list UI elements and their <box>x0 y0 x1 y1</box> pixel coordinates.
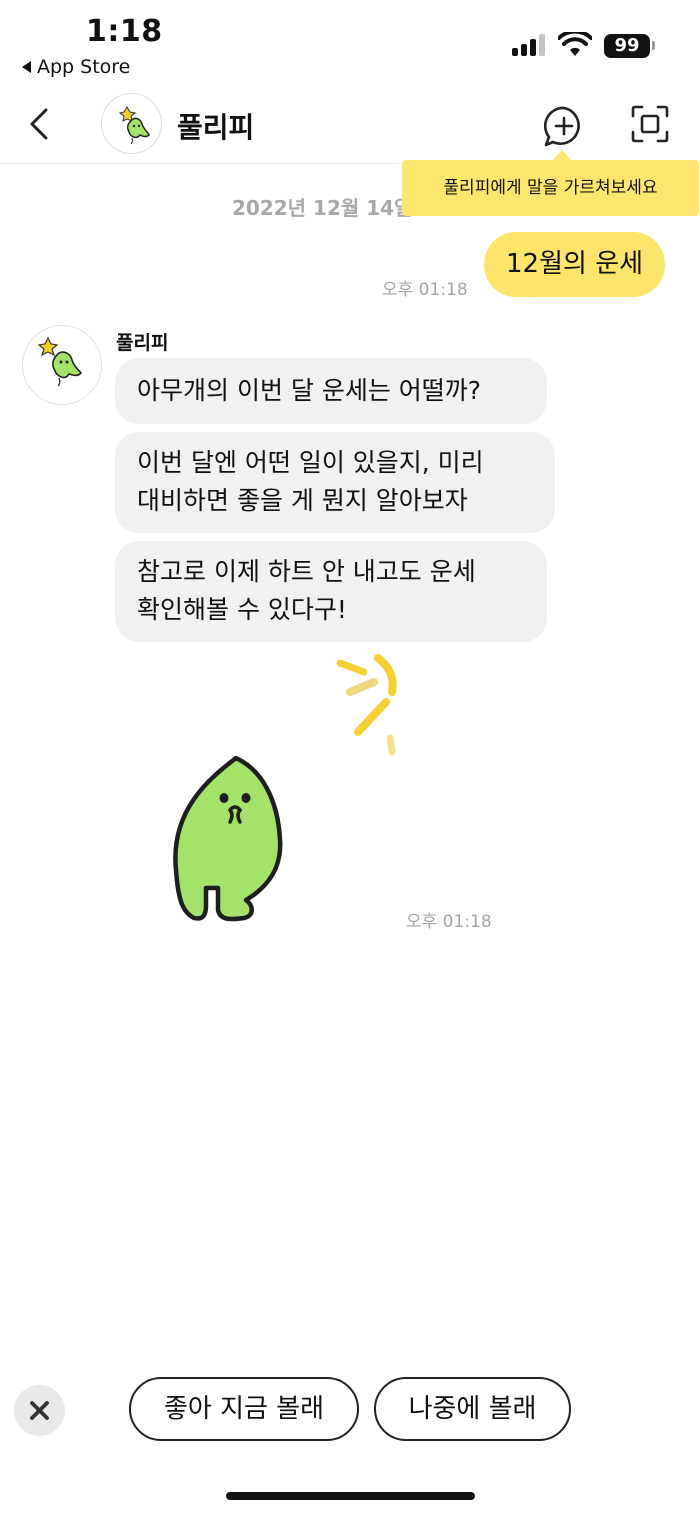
chat-plus-icon[interactable] <box>542 104 586 148</box>
header-avatar[interactable] <box>101 93 162 154</box>
view-later-button[interactable]: 나중에 볼래 <box>374 1377 571 1441</box>
green-leaf-character-sticker[interactable] <box>160 650 410 930</box>
close-icon <box>30 1401 49 1420</box>
cellular-signal-icon <box>512 34 548 56</box>
bot-message-bubble[interactable]: 아무개의 이번 달 운세는 어떨까? <box>115 358 547 424</box>
battery-indicator: 99 <box>604 34 650 58</box>
bot-avatar[interactable] <box>22 325 102 405</box>
back-triangle-icon <box>22 61 31 73</box>
battery-nub <box>652 41 655 50</box>
wifi-icon <box>558 32 592 56</box>
character-avatar-icon <box>118 106 150 145</box>
back-app-label: App Store <box>37 56 131 78</box>
scan-icon[interactable] <box>630 104 670 144</box>
date-separator: 2022년 12월 14일 <box>232 196 413 220</box>
my-message-bubble[interactable]: 12월의 운세 <box>484 232 666 297</box>
character-avatar-icon <box>37 336 83 387</box>
close-quick-reply-button[interactable] <box>14 1385 65 1436</box>
status-time: 1:18 <box>86 14 163 49</box>
bot-message-bubble[interactable]: 이번 달엔 어떤 일이 있을지, 미리 대비하면 좋을 게 뭔지 알아보자 <box>115 432 555 533</box>
bot-sender-name: 풀리피 <box>116 332 169 354</box>
bot-message-bubble[interactable]: 참고로 이제 하트 안 내고도 운세 확인해볼 수 있다구! <box>115 541 547 642</box>
chevron-left-icon[interactable] <box>22 104 58 144</box>
home-indicator <box>226 1492 475 1500</box>
header-title: 풀리피 <box>177 111 255 144</box>
teach-tooltip[interactable]: 풀리피에게 말을 가르쳐보세요 <box>402 160 699 216</box>
message-time: 오후 01:18 <box>382 280 468 300</box>
chat-header: 풀리피 <box>0 86 700 164</box>
back-to-app-link[interactable]: App Store <box>22 56 130 78</box>
view-now-button[interactable]: 좋아 지금 볼래 <box>129 1377 359 1441</box>
sticker-time: 오후 01:18 <box>406 912 492 932</box>
sparkle-lines-icon <box>336 654 397 756</box>
